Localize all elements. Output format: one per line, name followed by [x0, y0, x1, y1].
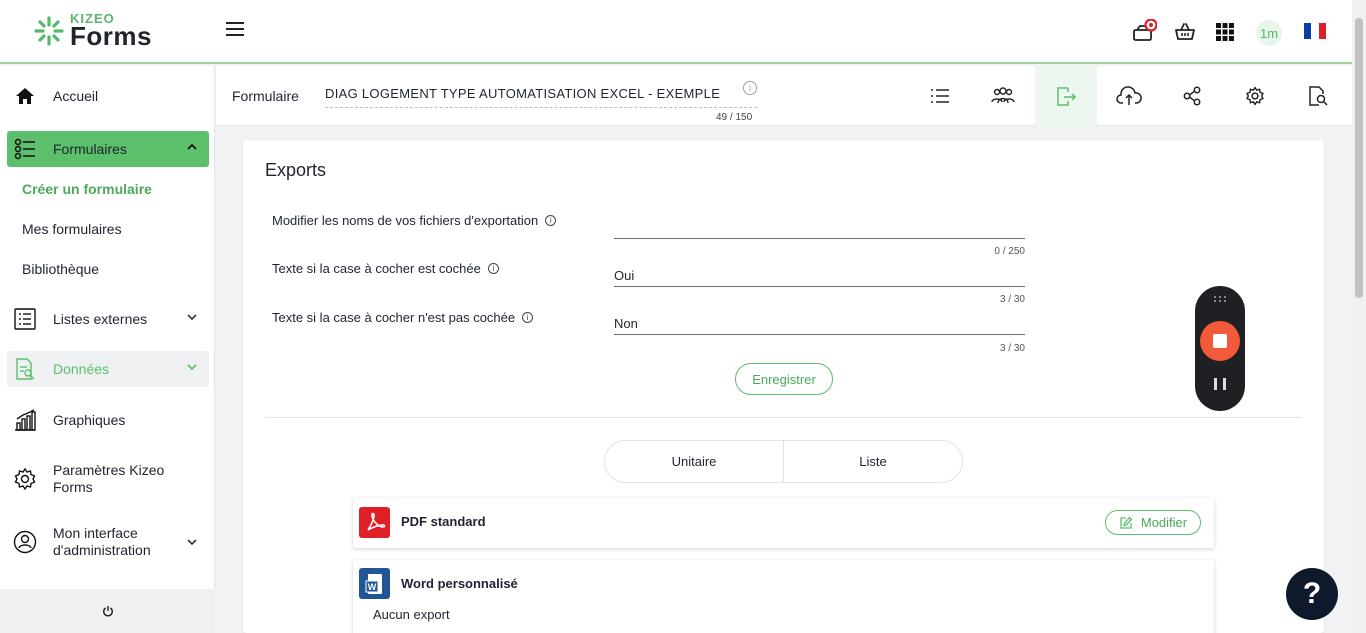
- checked-text-input[interactable]: [614, 265, 1025, 287]
- data-icon: [13, 357, 37, 381]
- menu-toggle-icon[interactable]: [226, 22, 244, 38]
- home-icon: [13, 84, 37, 108]
- cloud-upload-icon[interactable]: [1098, 66, 1160, 126]
- field-counter: 3 / 30: [999, 343, 1025, 354]
- settings-icon[interactable]: [1224, 66, 1286, 126]
- list-view-icon[interactable]: [909, 66, 971, 126]
- share-icon[interactable]: [1161, 66, 1223, 126]
- logo-text-big: Forms: [70, 21, 152, 51]
- sidebar-subitem-mes-formulaires[interactable]: Mes formulaires: [22, 221, 122, 237]
- power-icon[interactable]: [102, 605, 114, 617]
- unchecked-text-input[interactable]: [614, 313, 1025, 335]
- tab-liste[interactable]: Liste: [783, 441, 962, 482]
- edit-icon: [1120, 516, 1133, 529]
- top-bar: KIZEO Forms 1m: [0, 0, 1352, 64]
- field-label: Modifier les noms de vos fichiers d'expo…: [272, 213, 557, 228]
- user-avatar[interactable]: 1m: [1256, 20, 1282, 46]
- sidebar-item-listes-externes[interactable]: Listes externes: [7, 301, 209, 337]
- info-icon[interactable]: i: [487, 263, 499, 274]
- scrollbar-thumb[interactable]: [1355, 18, 1363, 298]
- sidebar-item-label: Paramètres Kizeo Forms: [53, 462, 165, 495]
- modify-label: Modifier: [1140, 515, 1188, 530]
- users-icon[interactable]: [972, 66, 1034, 126]
- language-flag-icon[interactable]: [1304, 23, 1326, 39]
- apps-icon[interactable]: [1211, 18, 1239, 46]
- scrollbar[interactable]: [1352, 0, 1366, 633]
- sidebar-item-donnees[interactable]: Données: [7, 351, 209, 387]
- field-counter: 0 / 250: [994, 246, 1025, 257]
- chevron-down-icon: [187, 314, 197, 321]
- chevron-up-icon: [187, 143, 197, 150]
- sidebar-footer: [0, 589, 215, 633]
- export-name: PDF standard: [401, 514, 486, 529]
- export-item-pdf: PDF standard Modifier: [353, 498, 1214, 548]
- search-doc-icon[interactable]: [1287, 66, 1349, 126]
- notification-icon[interactable]: [1130, 18, 1158, 46]
- sidebar-item-graphiques[interactable]: Graphiques: [7, 402, 209, 438]
- field-label-text: Modifier les noms de vos fichiers d'expo…: [272, 213, 539, 228]
- sidebar: Accueil Formulaires Créer un formulaire …: [0, 66, 215, 633]
- field-counter: 3 / 30: [999, 294, 1025, 305]
- sidebar-item-formulaires[interactable]: Formulaires: [7, 131, 209, 167]
- form-label: Formulaire: [232, 88, 299, 104]
- modify-button[interactable]: Modifier: [1105, 510, 1201, 535]
- sidebar-item-label: Formulaires: [53, 140, 127, 157]
- kizeo-logo[interactable]: KIZEO Forms: [32, 12, 152, 49]
- stop-recording-button[interactable]: [1200, 321, 1240, 361]
- basket-icon[interactable]: [1171, 18, 1199, 46]
- field-label: Texte si la case à cocher est cochée i: [272, 261, 499, 276]
- divider: [265, 417, 1302, 418]
- info-icon[interactable]: i: [545, 215, 557, 226]
- tab-unitaire[interactable]: Unitaire: [605, 441, 783, 482]
- gear-icon: [13, 467, 37, 491]
- chevron-down-icon: [187, 364, 197, 371]
- sidebar-subitem-bibliotheque[interactable]: Bibliothèque: [22, 261, 99, 277]
- field-label-text: Texte si la case à cocher est cochée: [272, 261, 481, 276]
- export-name: Word personnalisé: [401, 576, 518, 591]
- page-title: Exports: [265, 160, 327, 180]
- empty-export-text: Aucun export: [373, 607, 450, 622]
- list-icon: [13, 307, 37, 331]
- sidebar-subitem-creer[interactable]: Créer un formulaire: [22, 181, 152, 197]
- sidebar-item-label: Listes externes: [53, 310, 148, 327]
- sidebar-item-label: Données: [53, 360, 110, 377]
- info-icon[interactable]: i: [522, 312, 534, 323]
- drag-handle-icon[interactable]: [1214, 296, 1226, 302]
- logo-mark-icon: [32, 14, 66, 48]
- sidebar-item-label: Accueil: [53, 87, 99, 104]
- export-icon[interactable]: [1035, 66, 1097, 126]
- form-header: Formulaire DIAG LOGEMENT TYPE AUTOMATISA…: [216, 66, 1352, 126]
- field-label-text: Texte si la case à cocher n'est pas coch…: [272, 310, 516, 325]
- form-name-counter: 49 / 150: [716, 112, 753, 123]
- sidebar-item-accueil[interactable]: Accueil: [7, 78, 209, 114]
- pdf-icon: [359, 507, 390, 538]
- sidebar-item-label: Mon interface d'administration: [53, 525, 151, 558]
- field-label: Texte si la case à cocher n'est pas coch…: [272, 310, 534, 325]
- sidebar-item-label: Graphiques: [53, 411, 126, 428]
- sidebar-item-parametres[interactable]: Paramètres Kizeo Forms: [7, 459, 209, 499]
- help-button[interactable]: ?: [1286, 568, 1338, 620]
- forms-icon: [13, 137, 37, 161]
- screen-recorder-widget: [1195, 286, 1245, 411]
- export-item-word: W Word personnalisé Aucun export: [353, 560, 1214, 633]
- exports-card: Exports Modifier les noms de vos fichier…: [243, 140, 1324, 633]
- pause-icon[interactable]: [1214, 378, 1226, 390]
- chevron-down-icon: [187, 539, 197, 546]
- sidebar-item-admin[interactable]: Mon interface d'administration: [7, 522, 209, 562]
- info-icon[interactable]: i: [743, 81, 757, 95]
- export-mode-toggle: Unitaire Liste: [604, 440, 963, 483]
- form-name-field[interactable]: DIAG LOGEMENT TYPE AUTOMATISATION EXCEL …: [325, 86, 757, 108]
- filename-input[interactable]: [614, 217, 1025, 239]
- svg-text:W: W: [367, 582, 376, 592]
- user-icon: [13, 530, 37, 554]
- save-button[interactable]: Enregistrer: [735, 363, 833, 395]
- word-icon: W: [359, 568, 390, 599]
- chart-icon: [13, 408, 37, 432]
